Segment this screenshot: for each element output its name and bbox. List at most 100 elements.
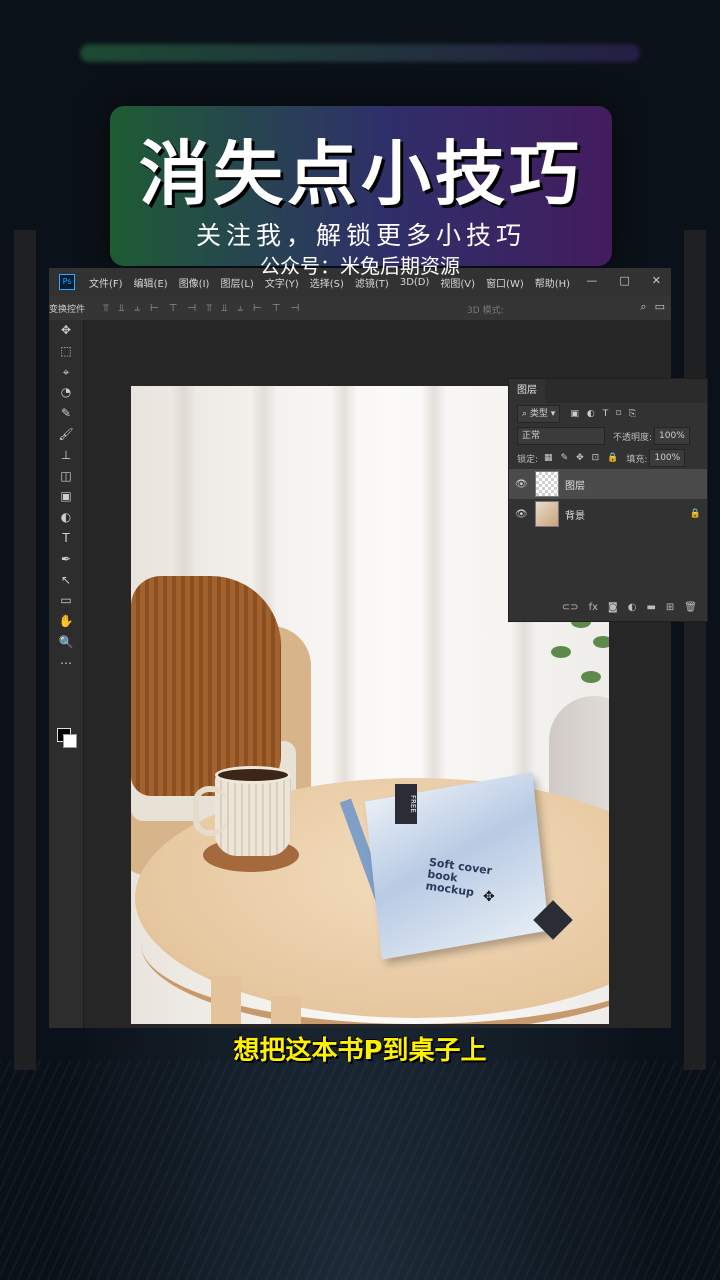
add-mask-icon[interactable]: ◙ xyxy=(608,602,618,613)
type-filter-icon[interactable]: T xyxy=(603,409,609,419)
lock-transparent-icon[interactable]: ▦ xyxy=(544,453,553,463)
align-left-icon[interactable]: ⊢ xyxy=(150,303,159,314)
lasso-icon[interactable]: ⌖ xyxy=(49,362,83,383)
new-group-icon[interactable]: ▬ xyxy=(646,602,655,613)
distribute-hcenter-icon[interactable]: ⊤ xyxy=(272,303,281,314)
shape-icon[interactable]: ▭ xyxy=(49,590,83,611)
blurred-side-left xyxy=(14,230,36,1070)
fx-icon[interactable]: fx xyxy=(589,602,598,613)
distribute-left-icon[interactable]: ⊢ xyxy=(253,303,262,314)
blend-mode-value: 正常 xyxy=(522,431,541,441)
title-banner: 消失点小技巧 关注我，解锁更多小技巧 xyxy=(110,106,612,266)
curtain-fold xyxy=(331,386,357,806)
cup-handle xyxy=(193,786,227,836)
photoshop-window: Ps 文件(F) 编辑(E) 图像(I) 图层(L) 文字(Y) 选择(S) 滤… xyxy=(49,268,708,1028)
layer-thumbnail xyxy=(535,501,559,527)
dodge-icon[interactable]: ◐ xyxy=(49,507,83,528)
tab-layers[interactable]: 图层 xyxy=(509,379,545,403)
brush-icon[interactable]: 🖌 xyxy=(49,424,83,445)
opacity-field[interactable]: 100% xyxy=(654,427,690,445)
search-icon[interactable]: ⌕ xyxy=(640,300,646,314)
gradient-icon[interactable]: ▣ xyxy=(49,486,83,507)
opacity-label: 不透明度: xyxy=(613,432,653,443)
lock-all-icon[interactable]: 🔒 xyxy=(607,453,618,463)
eraser-icon[interactable]: ◫ xyxy=(49,466,83,487)
stamp-icon[interactable]: ⊥ xyxy=(49,445,83,466)
lock-artboard-icon[interactable]: ⊡ xyxy=(592,453,600,463)
filter-icons: ▣ ◐ T ⌑ ⎘ xyxy=(570,409,636,419)
delete-layer-icon[interactable]: 🗑 xyxy=(684,602,697,613)
layer-row-layer[interactable]: 👁 图层 xyxy=(509,469,707,499)
blend-mode-select[interactable]: 正常 xyxy=(517,427,605,445)
zoom-icon[interactable]: 🔍 xyxy=(49,632,83,653)
shape-filter-icon[interactable]: ⌑ xyxy=(616,409,621,419)
3d-mode-label: 3D 模式: xyxy=(467,306,504,316)
leaf xyxy=(581,671,601,683)
watermark: 公众号：米兔后期资源 xyxy=(260,254,460,278)
lock-label: 锁定: xyxy=(517,454,539,465)
leaf xyxy=(593,636,609,648)
banner-title: 消失点小技巧 xyxy=(139,133,583,215)
pixel-filter-icon[interactable]: ▣ xyxy=(570,409,579,419)
layers-panel-footer: ⊂⊃ fx ◙ ◐ ▬ ⊞ 🗑 xyxy=(509,593,707,621)
layer-row-background[interactable]: 👁 背景 🔒 xyxy=(509,499,707,529)
visibility-eye-icon[interactable]: 👁 xyxy=(515,479,529,490)
options-bar: 变换控件 ⫪ ⫫ ⫨ ⊢ ⊤ ⊣ ⫪ ⫫ ⫨ ⊢ ⊤ ⊣ 3D 模式: ⌕ ▭ xyxy=(49,296,671,321)
table-leg xyxy=(271,996,301,1024)
new-layer-icon[interactable]: ⊞ xyxy=(666,602,674,613)
layers-panel: 图层 ⌕ 类型 ▾ ▣ ◐ T ⌑ ⎘ 正常 不透明度: 100% 锁定: ▦ … xyxy=(508,378,708,622)
pen-icon[interactable]: ✒ xyxy=(49,549,83,570)
adjustment-filter-icon[interactable]: ◐ xyxy=(587,409,595,419)
align-bottom-icon[interactable]: ⫨ xyxy=(134,303,140,314)
canvas-area[interactable]: FREE Soft cover book mockup ✥ 图层 ⌕ 类型 ▾ … xyxy=(84,320,708,1028)
path-select-icon[interactable]: ↖ xyxy=(49,570,83,591)
eyedropper-icon[interactable]: ✎ xyxy=(49,403,83,424)
align-icons: ⫪ ⫫ ⫨ ⊢ ⊤ ⊣ ⫪ ⫫ ⫨ ⊢ ⊤ ⊣ xyxy=(103,303,299,314)
align-hcenter-icon[interactable]: ⊤ xyxy=(169,303,178,314)
smart-object-filter-icon[interactable]: ⎘ xyxy=(629,409,636,419)
layer-name: 图层 xyxy=(565,480,585,492)
align-top-icon[interactable]: ⫪ xyxy=(103,303,109,314)
kind-filter-select[interactable]: ⌕ 类型 ▾ xyxy=(517,405,561,423)
knit-blanket xyxy=(131,576,281,796)
tool-list: ✥ ⬚ ⌖ ◔ ✎ 🖌 ⊥ ◫ ▣ ◐ T ✒ ↖ ▭ ✋ 🔍 ⋯ xyxy=(49,320,83,674)
top-glow xyxy=(80,44,640,62)
align-right-icon[interactable]: ⊣ xyxy=(187,303,196,314)
align-vcenter-icon[interactable]: ⫫ xyxy=(119,303,125,314)
hand-icon[interactable]: ✋ xyxy=(49,611,83,632)
fill-field[interactable]: 100% xyxy=(649,449,686,467)
coffee-surface xyxy=(215,766,291,784)
toolbar: ✥ ⬚ ⌖ ◔ ✎ 🖌 ⊥ ◫ ▣ ◐ T ✒ ↖ ▭ ✋ 🔍 ⋯ xyxy=(49,320,84,1028)
background-color-swatch[interactable] xyxy=(63,734,77,748)
distribute-top-icon[interactable]: ⫪ xyxy=(206,303,212,314)
blend-row: 正常 不透明度: 100% xyxy=(509,425,707,447)
move-cursor-icon: ✥ xyxy=(483,889,495,905)
lock-icon: 🔒 xyxy=(689,509,701,519)
distribute-right-icon[interactable]: ⊣ xyxy=(290,303,299,314)
leaf xyxy=(551,646,571,658)
more-icon[interactable]: ⋯ xyxy=(49,653,83,674)
blurred-side-right xyxy=(684,230,706,1070)
table-leg xyxy=(211,976,241,1024)
move-icon[interactable]: ✥ xyxy=(49,320,83,341)
background-lines xyxy=(0,1060,720,1280)
type-icon[interactable]: T xyxy=(49,528,83,549)
curtain-fold xyxy=(421,386,447,806)
distribute-vcenter-icon[interactable]: ⫫ xyxy=(222,303,228,314)
kind-filter-value: 类型 xyxy=(529,409,548,419)
marquee-icon[interactable]: ⬚ xyxy=(49,341,83,362)
video-caption: 想把这本书P到桌子上 xyxy=(233,1036,487,1066)
lock-position-icon[interactable]: ✥ xyxy=(576,453,584,463)
quick-select-icon[interactable]: ◔ xyxy=(49,382,83,403)
workspace-icon[interactable]: ▭ xyxy=(655,300,665,314)
lock-pixels-icon[interactable]: ✎ xyxy=(561,453,569,463)
options-right: ⌕ ▭ xyxy=(640,300,665,314)
adjustment-layer-icon[interactable]: ◐ xyxy=(628,602,637,613)
visibility-eye-icon[interactable]: 👁 xyxy=(515,509,529,520)
layers-panel-tabs: 图层 xyxy=(509,379,707,403)
distribute-bottom-icon[interactable]: ⫨ xyxy=(237,303,243,314)
book-free-tag: FREE xyxy=(395,784,417,824)
transform-controls-label[interactable]: 变换控件 xyxy=(49,302,85,315)
link-layers-icon[interactable]: ⊂⊃ xyxy=(562,602,579,613)
layer-name: 背景 xyxy=(565,510,585,522)
